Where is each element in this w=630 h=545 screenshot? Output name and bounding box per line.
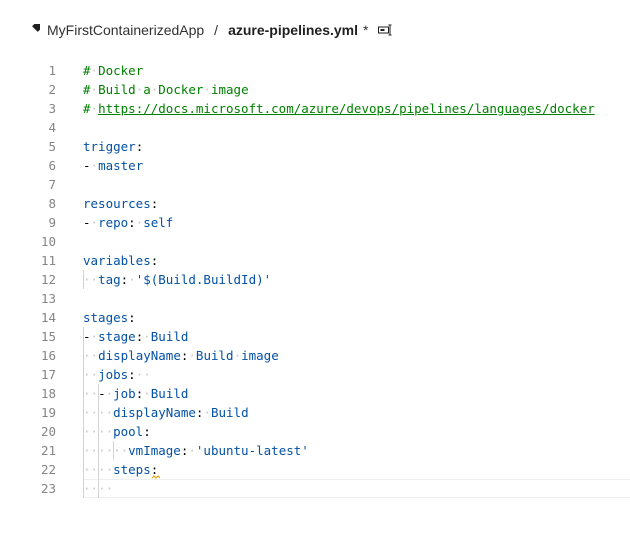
- indent-guide: [98, 384, 100, 498]
- code-line[interactable]: 3 #·https://docs.microsoft.com/azure/devo…: [0, 99, 630, 118]
- code-line[interactable]: 21 ······vmImage:·'ubuntu-latest': [0, 441, 630, 460]
- code-line[interactable]: 13: [0, 289, 630, 308]
- code-line[interactable]: 8 resources:: [0, 194, 630, 213]
- line-number: 19: [40, 405, 56, 420]
- code-line[interactable]: 5 trigger:: [0, 137, 630, 156]
- code-line[interactable]: 6 -·master: [0, 156, 630, 175]
- line-number: 23: [40, 481, 56, 496]
- line-number: 11: [40, 253, 56, 268]
- line-number: 7: [48, 177, 56, 192]
- line-number: 10: [40, 234, 56, 249]
- current-line-highlight: [83, 479, 630, 498]
- code-line[interactable]: 4: [0, 118, 630, 137]
- line-number: 13: [40, 291, 56, 306]
- line-number: 14: [40, 310, 56, 325]
- indent-guide: [83, 327, 84, 498]
- line-number: 17: [40, 367, 56, 382]
- code-text: ··jobs:··: [83, 367, 151, 382]
- code-line[interactable]: 23 ····: [0, 479, 630, 498]
- code-line[interactable]: 2 #·Build·a·Docker·image: [0, 80, 630, 99]
- line-number: 21: [40, 443, 56, 458]
- code-text: -·repo:·self: [83, 215, 174, 230]
- code-text: -·stage:·Build: [83, 329, 189, 344]
- rename-icon[interactable]: [378, 24, 394, 36]
- line-number: 20: [40, 424, 56, 439]
- code-text: stages:: [83, 310, 136, 325]
- code-line[interactable]: 7: [0, 175, 630, 194]
- code-text: #·Docker: [83, 63, 144, 78]
- line-number: 2: [48, 82, 56, 97]
- code-text: ··displayName:·Build·image: [83, 348, 279, 363]
- code-text: -·master: [83, 158, 144, 173]
- line-number: 6: [48, 158, 56, 173]
- code-line[interactable]: 22 ····steps:: [0, 460, 630, 479]
- breadcrumb-file-name[interactable]: azure-pipelines.yml: [228, 22, 358, 38]
- code-text: #·https://docs.microsoft.com/azure/devop…: [83, 101, 595, 116]
- line-number: 12: [40, 272, 56, 287]
- unsaved-marker: *: [363, 22, 369, 38]
- code-line[interactable]: 1 #·Docker: [0, 61, 630, 80]
- indent-guide: [83, 270, 84, 289]
- line-number: 22: [40, 462, 56, 477]
- code-text: #·Build·a·Docker·image: [83, 82, 249, 97]
- code-line[interactable]: 18 ··-·job:·Build: [0, 384, 630, 403]
- breadcrumb: MyFirstContainerizedApp / azure-pipeline…: [27, 19, 394, 41]
- code-line[interactable]: 19 ····displayName:·Build: [0, 403, 630, 422]
- code-line[interactable]: 16 ··displayName:·Build·image: [0, 346, 630, 365]
- code-text: variables:: [83, 253, 159, 268]
- code-editor[interactable]: 1 #·Docker 2 #·Build·a·Docker·image 3 #·https…: [0, 61, 630, 501]
- indent-guide: [113, 441, 115, 460]
- code-text: trigger:: [83, 139, 144, 154]
- breadcrumb-separator: /: [214, 22, 219, 38]
- code-line[interactable]: 12 ··tag:·'$(Build.BuildId)': [0, 270, 630, 289]
- line-number: 4: [48, 120, 56, 135]
- code-line[interactable]: 14 stages:: [0, 308, 630, 327]
- code-line[interactable]: 10: [0, 232, 630, 251]
- breadcrumb-repo-link[interactable]: MyFirstContainerizedApp: [47, 22, 204, 38]
- code-text: ······vmImage:·'ubuntu-latest': [83, 443, 309, 458]
- git-repo-icon: [27, 23, 40, 37]
- code-text: ··tag:·'$(Build.BuildId)': [83, 272, 272, 287]
- code-line[interactable]: 17 ··jobs:··: [0, 365, 630, 384]
- warning-squiggle[interactable]: [152, 475, 161, 479]
- line-number: 1: [48, 63, 56, 78]
- code-text: ····steps:: [83, 462, 159, 477]
- line-number: 9: [48, 215, 56, 230]
- line-number: 18: [40, 386, 56, 401]
- line-number: 3: [48, 101, 56, 116]
- line-number: 8: [48, 196, 56, 211]
- code-text: ····pool:: [83, 424, 151, 439]
- code-line[interactable]: 11 variables:: [0, 251, 630, 270]
- line-number: 5: [48, 139, 56, 154]
- code-line[interactable]: 9 -·repo:·self: [0, 213, 630, 232]
- code-text: resources:: [83, 196, 159, 211]
- line-number: 15: [40, 329, 56, 344]
- code-line[interactable]: 15 -·stage:·Build: [0, 327, 630, 346]
- line-number: 16: [40, 348, 56, 363]
- code-text: ····displayName:·Build: [83, 405, 249, 420]
- code-line[interactable]: 20 ····pool:: [0, 422, 630, 441]
